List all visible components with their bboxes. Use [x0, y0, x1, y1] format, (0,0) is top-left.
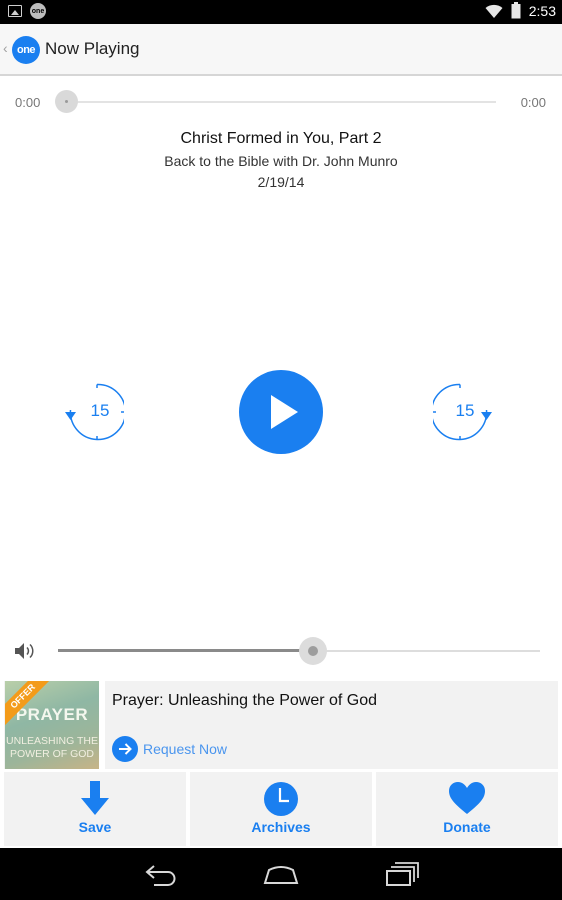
- download-arrow-icon: [81, 781, 109, 815]
- offer-title: Prayer: Unleashing the Power of God: [112, 692, 378, 709]
- status-bar: one 2:53: [0, 0, 562, 24]
- save-button[interactable]: Save: [4, 772, 186, 846]
- one-app-icon: one: [30, 3, 46, 19]
- seek-bar[interactable]: [66, 101, 496, 103]
- episode-date: 2/19/14: [257, 174, 305, 190]
- play-icon: [271, 395, 298, 429]
- heart-icon: [449, 782, 485, 814]
- donate-button[interactable]: Donate: [376, 772, 558, 846]
- clock-icon: [264, 782, 298, 816]
- skip-forward-seconds: 15: [455, 401, 475, 420]
- thumbnail-subtitle: UNLEASHING THE: [6, 735, 98, 747]
- seek-thumb[interactable]: [55, 90, 78, 113]
- home-icon[interactable]: [263, 861, 299, 887]
- offer-thumbnail[interactable]: PRAYER UNLEASHING THE POWER OF GOD OFFER: [5, 681, 99, 769]
- bottom-actions: Save Archives Donate: [4, 772, 558, 846]
- battery-icon: [511, 2, 521, 19]
- elapsed-time: 0:00: [15, 95, 41, 110]
- save-label: Save: [78, 819, 112, 835]
- action-bar: ‹ one Now Playing: [0, 24, 562, 76]
- skip-back-seconds: 15: [90, 401, 110, 420]
- up-caret-icon[interactable]: ‹: [3, 40, 8, 56]
- episode-title: Christ Formed in You, Part 2: [180, 130, 382, 147]
- play-button[interactable]: [239, 370, 323, 454]
- request-now-label: Request Now: [143, 741, 228, 757]
- app-logo[interactable]: one: [12, 36, 40, 64]
- offer-card[interactable]: PRAYER UNLEASHING THE POWER OF GOD OFFER…: [4, 681, 558, 769]
- recents-icon[interactable]: [386, 861, 422, 887]
- back-icon[interactable]: [144, 861, 180, 887]
- navigation-bar: [0, 848, 562, 900]
- thumbnail-subtitle: POWER OF GOD: [10, 748, 94, 760]
- archives-button[interactable]: Archives: [190, 772, 372, 846]
- archives-label: Archives: [251, 819, 311, 835]
- program-name: Back to the Bible with Dr. John Munro: [164, 153, 398, 169]
- volume-level: [58, 649, 314, 652]
- page-title: Now Playing: [45, 39, 140, 58]
- status-time: 2:53: [528, 2, 556, 19]
- volume-icon: [15, 643, 34, 659]
- skip-back-button[interactable]: 15: [64, 383, 124, 441]
- donate-label: Donate: [443, 819, 491, 835]
- wifi-icon: [485, 4, 503, 18]
- request-now-link[interactable]: Request Now: [112, 736, 227, 762]
- arrow-right-icon: [112, 736, 138, 762]
- skip-forward-button[interactable]: 15: [433, 383, 493, 441]
- duration-time: 0:00: [520, 95, 546, 110]
- volume-thumb[interactable]: [299, 637, 328, 665]
- picture-icon: [8, 5, 22, 17]
